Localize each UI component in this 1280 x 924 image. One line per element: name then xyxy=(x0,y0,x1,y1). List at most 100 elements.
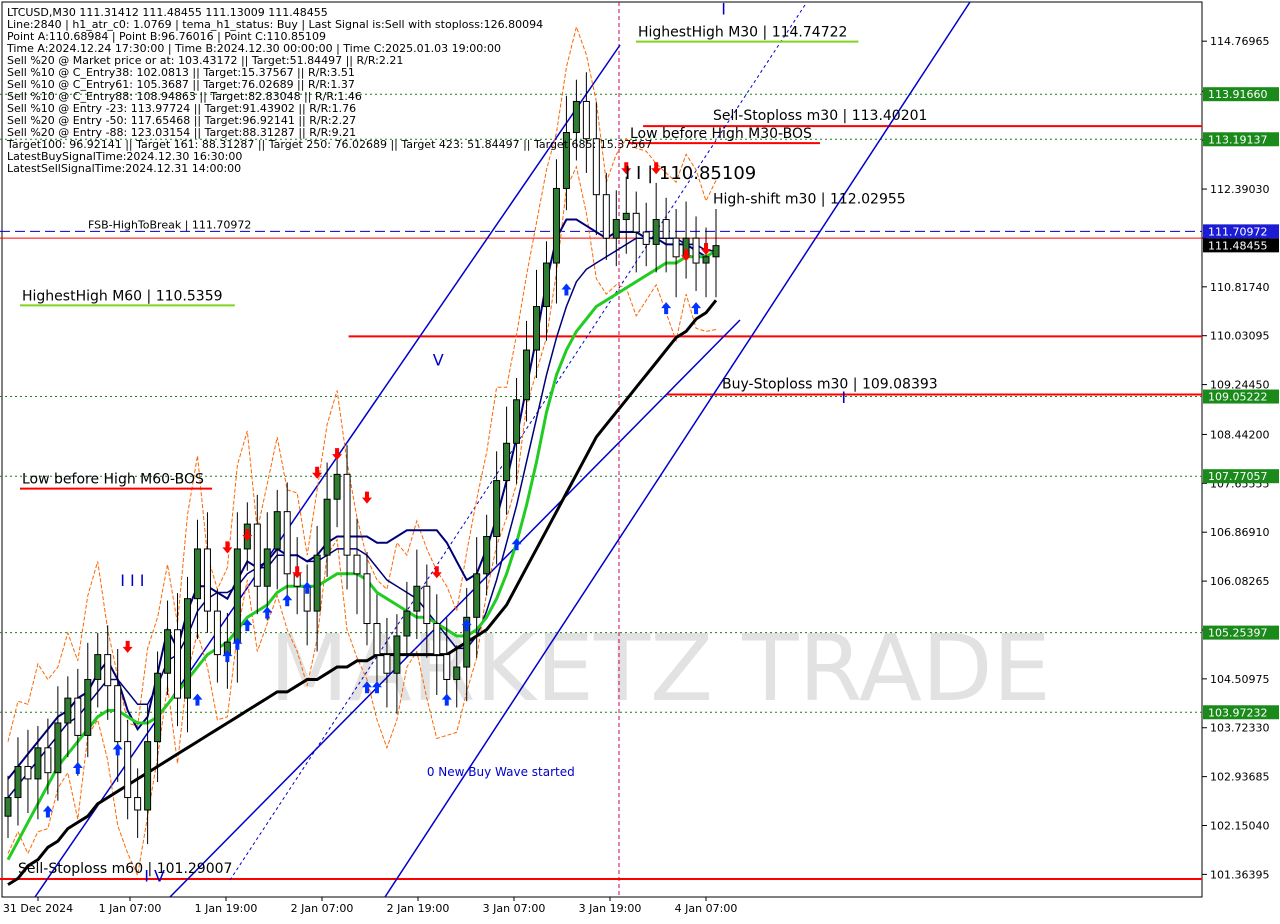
y-tick-label-9: 108.44200 xyxy=(1210,428,1270,441)
candle-body-20 xyxy=(203,548,211,612)
candle-body-7 xyxy=(74,697,82,736)
annotation-0: 0 New Buy Wave started xyxy=(427,765,575,779)
price-tag-7: 103.97232 xyxy=(1208,706,1268,719)
y-tick-label-17: 114.76965 xyxy=(1210,35,1270,48)
candle-body-67 xyxy=(672,237,680,258)
candle-body-14 xyxy=(144,741,152,811)
price-tag-5: 107.77057 xyxy=(1208,470,1268,483)
candle-body-16 xyxy=(164,629,172,674)
level-label-2: Low before High M30-BOS xyxy=(630,126,812,142)
candle-body-45 xyxy=(453,666,461,680)
wave-label-2: V xyxy=(433,351,444,370)
level-label-1: Sell-Stoploss m30 | 113.40201 xyxy=(713,108,927,124)
candle-body-3 xyxy=(34,747,42,780)
candle-body-27 xyxy=(273,511,281,550)
level-label-8: Sell-Stoploss m60 | 101.29007 xyxy=(18,861,232,877)
candle-body-15 xyxy=(154,672,162,743)
y-tick-label-4: 104.50975 xyxy=(1210,673,1270,686)
price-chart[interactable]: MARKETZ TRADE HighestHigh M30 | 114.7472… xyxy=(0,0,1280,920)
candle-body-11 xyxy=(114,685,122,743)
candle-body-52 xyxy=(523,349,531,401)
candle-body-70 xyxy=(702,256,710,264)
candle-body-44 xyxy=(443,654,451,680)
wave-label-1: I I | 110.85109 xyxy=(625,163,756,184)
wave-label-4: I V xyxy=(144,866,165,885)
level-label-0: HighestHigh M30 | 114.74722 xyxy=(638,25,847,41)
y-tick-label-1: 102.15040 xyxy=(1210,819,1270,832)
y-tick-label-12: 110.81740 xyxy=(1210,281,1270,294)
candle-body-12 xyxy=(124,741,132,799)
x-tick-label-0: 31 Dec 2024 xyxy=(3,902,73,915)
candle-body-33 xyxy=(333,473,341,500)
candle-body-17 xyxy=(174,629,182,699)
candle-body-60 xyxy=(602,194,610,239)
candle-body-58 xyxy=(582,100,590,140)
candle-body-23 xyxy=(233,548,241,643)
candle-body-6 xyxy=(64,697,72,724)
x-tick-label-6: 3 Jan 19:00 xyxy=(579,902,642,915)
candle-body-37 xyxy=(373,623,381,656)
candle-body-65 xyxy=(652,219,660,245)
candle-body-42 xyxy=(423,585,431,625)
candle-body-50 xyxy=(503,442,511,482)
candle-body-35 xyxy=(353,554,361,575)
candle-body-53 xyxy=(533,306,541,351)
candle-body-49 xyxy=(493,480,501,538)
candle-body-55 xyxy=(552,187,560,264)
candle-body-40 xyxy=(403,610,411,637)
info-line-13: LatestSellSignalTime:2024.12.31 14:00:00 xyxy=(7,162,241,175)
level-label-3: High-shift m30 | 112.02955 xyxy=(713,191,906,207)
candle-body-9 xyxy=(94,654,102,680)
candle-body-39 xyxy=(393,635,401,674)
y-tick-label-2: 102.93685 xyxy=(1210,771,1270,784)
candle-body-28 xyxy=(283,511,291,575)
candle-body-66 xyxy=(662,219,670,239)
candle-body-25 xyxy=(253,523,261,587)
price-tag-1: 113.19137 xyxy=(1208,133,1268,146)
y-tick-label-3: 103.72330 xyxy=(1210,722,1270,735)
x-tick-label-5: 3 Jan 07:00 xyxy=(483,902,546,915)
price-tag-6: 105.25397 xyxy=(1208,627,1268,640)
price-tag-4: 109.05222 xyxy=(1208,391,1268,404)
candle-body-54 xyxy=(542,262,550,308)
y-tick-label-7: 106.86910 xyxy=(1210,526,1270,539)
candle-body-61 xyxy=(612,219,620,239)
candle-body-0 xyxy=(4,797,12,817)
candle-body-8 xyxy=(84,678,92,736)
y-tick-label-6: 106.08265 xyxy=(1210,575,1270,588)
candle-body-51 xyxy=(513,399,521,444)
level-label-4: FSB-HighToBreak | 111.70972 xyxy=(88,218,251,231)
candle-body-4 xyxy=(44,747,52,774)
candle-body-48 xyxy=(483,536,491,575)
candle-body-21 xyxy=(213,610,221,656)
y-tick-label-11: 110.03095 xyxy=(1210,330,1270,343)
chart-root: MARKETZ TRADE HighestHigh M30 | 114.7472… xyxy=(0,0,1280,920)
candle-body-2 xyxy=(24,765,32,780)
wave-label-0: I xyxy=(721,0,726,18)
candle-body-64 xyxy=(642,231,650,245)
candle-body-13 xyxy=(134,797,142,811)
y-tick-label-14: 112.39030 xyxy=(1210,183,1270,196)
wave-label-3: I I I xyxy=(120,571,144,590)
candle-body-1 xyxy=(14,765,22,799)
candle-body-32 xyxy=(323,498,331,556)
wave-label-5: I xyxy=(841,388,846,407)
candle-body-57 xyxy=(572,100,580,134)
level-label-7: Low before High M60-BOS xyxy=(22,472,204,488)
price-tag-0: 113.91660 xyxy=(1208,88,1268,101)
candle-body-19 xyxy=(193,548,201,600)
x-tick-label-3: 2 Jan 07:00 xyxy=(291,902,354,915)
price-tag-3: 111.48455 xyxy=(1208,239,1268,252)
level-label-5: HighestHigh M60 | 110.5359 xyxy=(22,288,223,304)
candle-body-47 xyxy=(473,573,481,618)
candle-body-10 xyxy=(104,654,112,687)
candle-body-71 xyxy=(712,245,720,258)
candle-body-43 xyxy=(433,623,441,656)
candle-body-41 xyxy=(413,585,421,612)
candle-body-5 xyxy=(54,722,62,774)
candle-body-34 xyxy=(343,473,351,556)
x-tick-label-1: 1 Jan 07:00 xyxy=(99,902,162,915)
candle-body-38 xyxy=(383,654,391,674)
x-tick-label-4: 2 Jan 19:00 xyxy=(387,902,450,915)
candle-body-18 xyxy=(183,598,191,699)
